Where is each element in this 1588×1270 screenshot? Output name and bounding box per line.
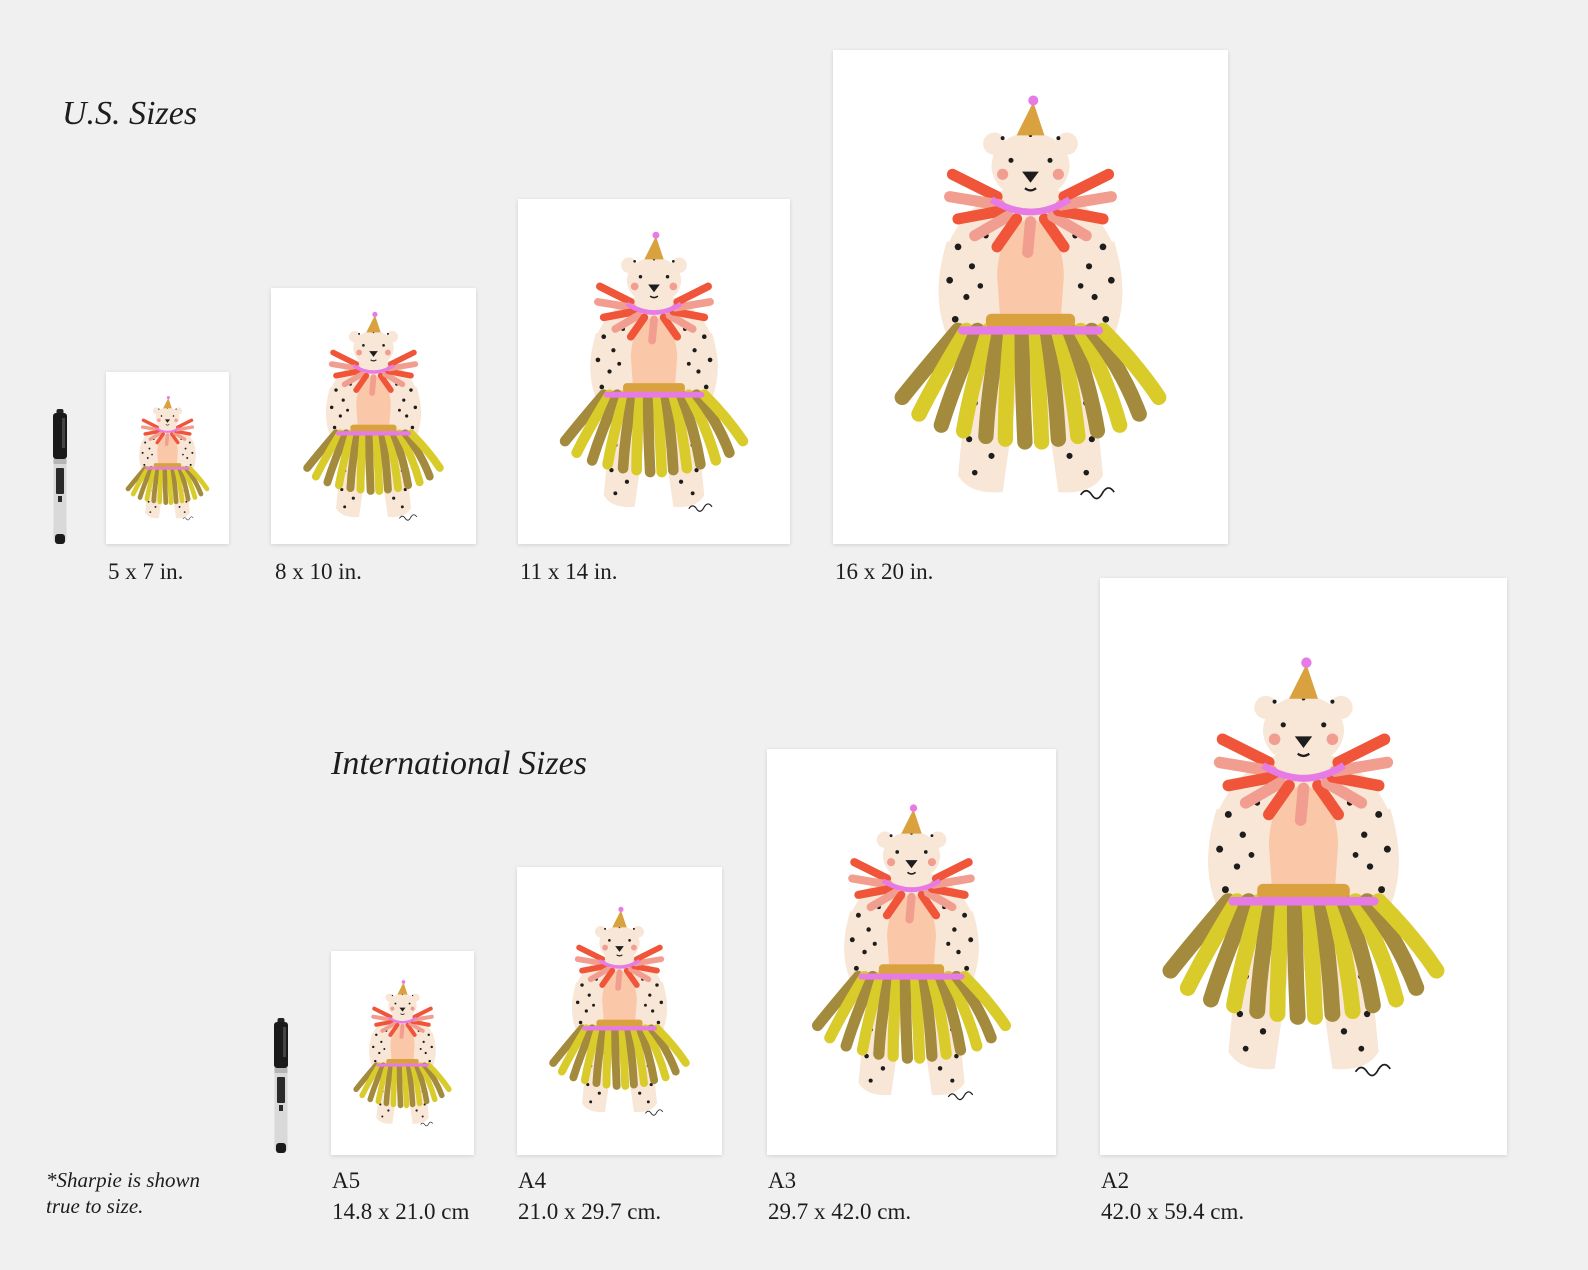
bear-illustration bbox=[538, 215, 770, 528]
size-dims-a2: 42.0 x 59.4 cm. bbox=[1101, 1199, 1245, 1224]
print-11x14 bbox=[518, 199, 790, 544]
size-name-a2: A2 bbox=[1101, 1168, 1130, 1193]
bear-illustration bbox=[287, 300, 460, 532]
sharpie-marker-icon bbox=[50, 408, 70, 548]
size-name-a4: A4 bbox=[518, 1168, 547, 1193]
print-16x20 bbox=[833, 50, 1228, 544]
print-8x10 bbox=[271, 288, 476, 544]
size-label-5x7: 5 x 7 in. bbox=[108, 559, 184, 584]
sharpie-note-line-2: true to size. bbox=[46, 1194, 144, 1218]
bear-illustration bbox=[1130, 606, 1477, 1127]
bear-illustration bbox=[116, 380, 219, 536]
print-a4 bbox=[517, 867, 722, 1155]
bear-illustration bbox=[342, 961, 463, 1145]
sharpie-note-line-1: *Sharpie is shown bbox=[46, 1168, 201, 1192]
print-5x7 bbox=[106, 372, 229, 544]
bear-illustration bbox=[533, 881, 706, 1141]
print-a5 bbox=[331, 951, 474, 1155]
bear-illustration bbox=[863, 74, 1198, 520]
sharpie-marker-icon bbox=[271, 1017, 291, 1157]
size-dims-a3: 29.7 x 42.0 cm. bbox=[768, 1199, 912, 1224]
size-name-a3: A3 bbox=[768, 1168, 797, 1193]
size-label-8x10: 8 x 10 in. bbox=[275, 559, 362, 584]
size-label-11x14: 11 x 14 in. bbox=[520, 559, 618, 584]
size-label-16x20: 16 x 20 in. bbox=[835, 559, 934, 584]
international-sizes-heading: International Sizes bbox=[331, 745, 587, 782]
size-dims-a4: 21.0 x 29.7 cm. bbox=[518, 1199, 662, 1224]
bear-illustration bbox=[789, 769, 1034, 1135]
print-a2 bbox=[1100, 578, 1507, 1155]
size-name-a5: A5 bbox=[332, 1168, 361, 1193]
size-dims-a5: 14.8 x 21.0 cm bbox=[332, 1199, 470, 1224]
print-a3 bbox=[767, 749, 1056, 1155]
us-sizes-heading: U.S. Sizes bbox=[62, 95, 198, 132]
